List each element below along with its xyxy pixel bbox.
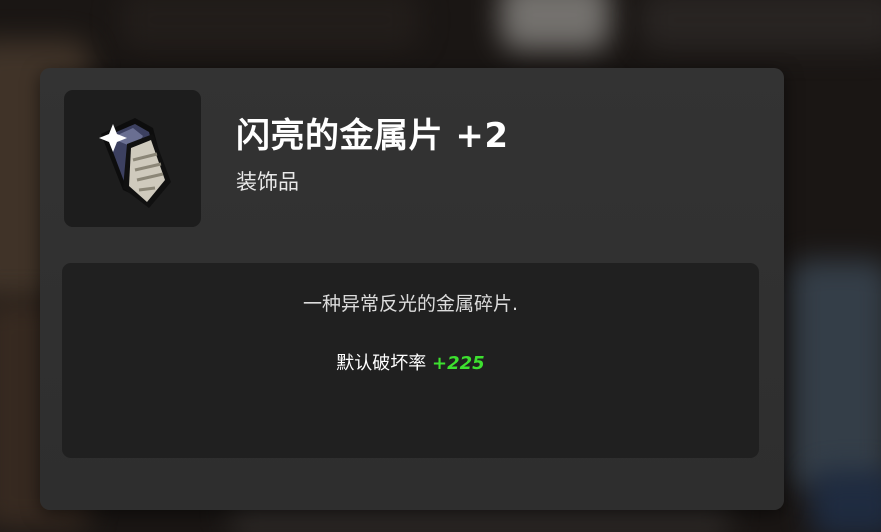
item-description-panel: 一种异常反光的金属碎片. 默认破坏率 +225 (62, 263, 759, 458)
shiny-metal-shard-icon (98, 117, 171, 208)
item-stat-line: 默认破坏率 +225 (62, 349, 759, 375)
item-icon-frame (64, 90, 201, 227)
item-name: 闪亮的金属片 +2 (236, 116, 509, 156)
item-description: 一种异常反光的金属碎片. (302, 293, 519, 315)
stat-value: +225 (432, 353, 485, 374)
item-tooltip-card: 闪亮的金属片 +2 装饰品 一种异常反光的金属碎片. 默认破坏率 +225 (40, 68, 784, 510)
item-type: 装饰品 (236, 170, 299, 194)
stat-label: 默认破坏率 (336, 353, 427, 374)
